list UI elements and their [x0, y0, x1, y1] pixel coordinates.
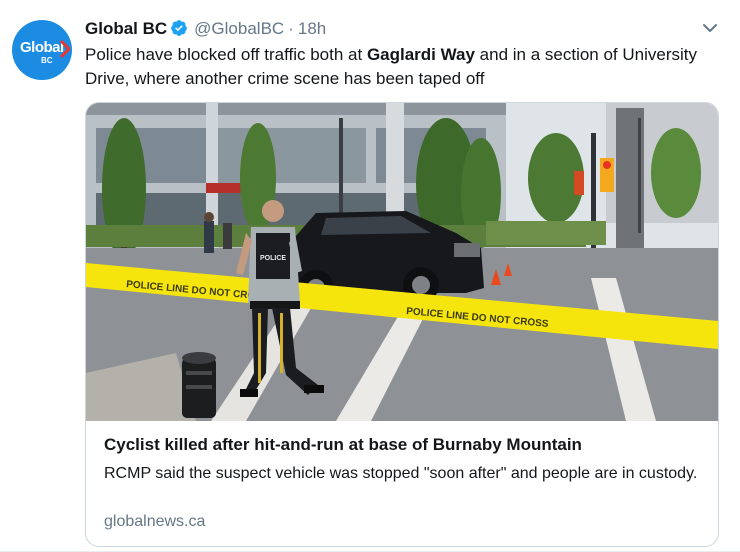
tweet-header: Global BC @GlobalBC · 18h [85, 18, 326, 40]
timestamp[interactable]: 18h [298, 19, 326, 38]
card-photo[interactable]: POLICE LINE DO NOT CROSS POLICE LINE DO … [86, 103, 718, 421]
tweet-text-part1: Police have blocked off traffic both at [85, 45, 367, 64]
global-logo-icon [60, 40, 70, 58]
vest-label: POLICE [260, 255, 286, 262]
avatar-logo-text: Global [20, 39, 64, 56]
author-name[interactable]: Global BC [85, 19, 167, 38]
card-title[interactable]: Cyclist killed after hit-and-run at base… [104, 435, 582, 455]
chevron-down-icon[interactable] [700, 18, 720, 38]
verified-icon [171, 20, 188, 36]
card-description: RCMP said the suspect vehicle was stoppe… [104, 465, 698, 482]
tweet-text: Police have blocked off traffic both at … [85, 43, 725, 91]
avatar[interactable]: Global BC [12, 20, 72, 80]
tweet[interactable]: Global BC Global BC @GlobalBC · 18h Police … [0, 0, 740, 552]
avatar-logo-sub: BC [41, 56, 53, 65]
link-card[interactable]: POLICE LINE DO NOT CROSS POLICE LINE DO … [85, 102, 719, 547]
card-domain-link[interactable]: globalnews.ca [104, 513, 205, 531]
separator-dot: · [288, 19, 294, 38]
author-handle[interactable]: @GlobalBC [194, 19, 284, 38]
tweet-text-bold: Gaglardi Way [366, 45, 475, 64]
